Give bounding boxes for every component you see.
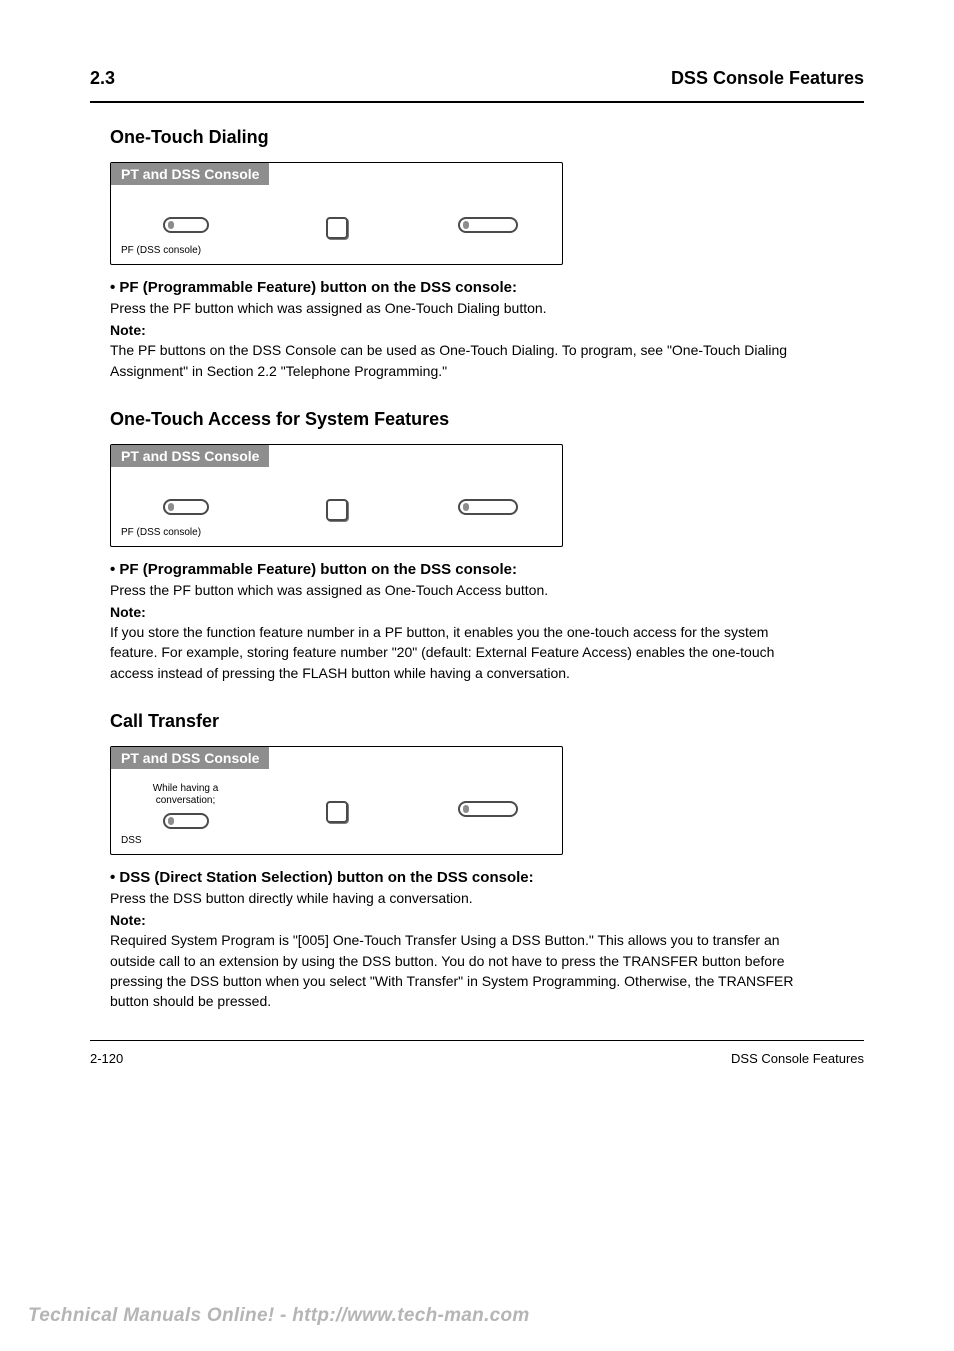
footer-section-label: DSS Console Features xyxy=(731,1051,864,1066)
wide-button-icon xyxy=(458,801,518,817)
desc-body: Press the DSS button directly while havi… xyxy=(110,888,810,908)
note-title: Note: xyxy=(110,322,810,338)
header-divider xyxy=(90,101,864,103)
section-description: • DSS (Direct Station Selection) button … xyxy=(110,869,810,1011)
step-col-2 xyxy=(278,783,395,823)
step-head: PT and DSS Console xyxy=(111,163,562,185)
note-body: Required System Program is "[005] One-To… xyxy=(110,930,810,1011)
note-body: If you store the function feature number… xyxy=(110,622,810,683)
step-box: PT and DSS Console PF (DSS console) xyxy=(110,444,563,547)
step-tag: PT and DSS Console xyxy=(111,163,269,185)
desc-lead: • DSS (Direct Station Selection) button … xyxy=(110,869,810,886)
chapter-number: 2.3 xyxy=(90,68,115,89)
step-foot-left: PF (DSS console) xyxy=(121,527,201,538)
step-head: PT and DSS Console xyxy=(111,747,562,769)
section-description: • PF (Programmable Feature) button on th… xyxy=(110,279,810,381)
section-title: One-Touch Access for System Features xyxy=(90,409,864,430)
step-box: PT and DSS Console While having a conver… xyxy=(110,746,563,855)
step-head: PT and DSS Console xyxy=(111,445,562,467)
step-foot: DSS xyxy=(111,833,562,854)
dss-button-icon xyxy=(163,813,209,829)
step-col-1-label: While having a conversation; xyxy=(127,783,244,807)
page-root: 2.3 DSS Console Features One-Touch Diali… xyxy=(0,0,954,1351)
step-col-1 xyxy=(127,481,244,515)
desc-lead: • PF (Programmable Feature) button on th… xyxy=(110,561,810,578)
wide-button-icon xyxy=(458,217,518,233)
wide-button-icon xyxy=(458,499,518,515)
pf-button-icon xyxy=(163,499,209,515)
pf-button-icon xyxy=(163,217,209,233)
watermark-text: Technical Manuals Online! - http://www.t… xyxy=(28,1305,530,1327)
desc-body: Press the PF button which was assigned a… xyxy=(110,580,810,600)
step-foot-left: DSS xyxy=(121,835,142,846)
section-call-transfer: Call Transfer PT and DSS Console While h… xyxy=(90,711,864,1011)
note-title: Note: xyxy=(110,604,810,620)
desc-body: Press the PF button which was assigned a… xyxy=(110,298,810,318)
note-body: The PF buttons on the DSS Console can be… xyxy=(110,340,810,381)
chapter-subtitle-text: DSS Console Features xyxy=(671,68,864,88)
step-body xyxy=(111,467,562,525)
footer-divider xyxy=(90,1040,864,1041)
square-icon xyxy=(326,499,348,521)
section-title: One-Touch Dialing xyxy=(90,127,864,148)
step-body xyxy=(111,185,562,243)
page-header: 2.3 DSS Console Features xyxy=(90,68,864,89)
step-foot: PF (DSS console) xyxy=(111,243,562,264)
section-description: • PF (Programmable Feature) button on th… xyxy=(110,561,810,683)
square-icon xyxy=(326,801,348,823)
step-col-3 xyxy=(429,199,546,233)
step-tag: PT and DSS Console xyxy=(111,445,269,467)
page-footer: 2-120 DSS Console Features xyxy=(90,1051,864,1066)
step-box: PT and DSS Console PF (DSS console) xyxy=(110,162,563,265)
section-one-touch-access: One-Touch Access for System Features PT … xyxy=(90,409,864,683)
section-one-touch-dialing: One-Touch Dialing PT and DSS Console xyxy=(90,127,864,381)
step-col-1 xyxy=(127,199,244,233)
step-tag: PT and DSS Console xyxy=(111,747,269,769)
chapter-subtitle: DSS Console Features xyxy=(671,68,864,89)
step-col-3 xyxy=(429,481,546,515)
note-title: Note: xyxy=(110,912,810,928)
page-number: 2-120 xyxy=(90,1051,123,1066)
section-title: Call Transfer xyxy=(90,711,864,732)
step-col-2 xyxy=(278,481,395,521)
step-col-3 xyxy=(429,783,546,817)
square-icon xyxy=(326,217,348,239)
desc-lead: • PF (Programmable Feature) button on th… xyxy=(110,279,810,296)
step-col-2 xyxy=(278,199,395,239)
step-col-1: While having a conversation; xyxy=(127,783,244,829)
step-body: While having a conversation; xyxy=(111,769,562,833)
chapter-number-text: 2.3 xyxy=(90,68,115,88)
step-foot: PF (DSS console) xyxy=(111,525,562,546)
step-foot-left: PF (DSS console) xyxy=(121,245,201,256)
